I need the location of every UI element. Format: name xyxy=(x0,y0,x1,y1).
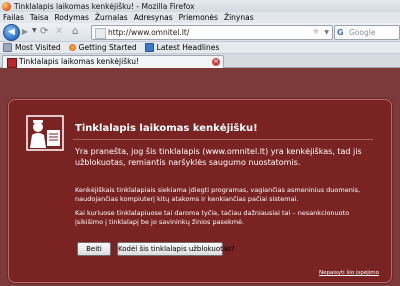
menu-item-adresynas[interactable]: Adresynas xyxy=(134,13,173,22)
window-title: Tinklalapis laikomas kenkėjišku! - Mozil… xyxy=(14,1,195,11)
menu-item-priemones[interactable]: Priemonės xyxy=(179,13,218,22)
title-divider xyxy=(73,139,373,140)
ignore-warning-link[interactable]: Nepaisyti šio įspėjimo xyxy=(319,270,379,276)
bookmark-label: Latest Headlines xyxy=(156,43,220,52)
get-me-out-button[interactable]: Beiti xyxy=(77,242,111,256)
back-button[interactable]: ◀ xyxy=(3,24,20,41)
why-blocked-button[interactable]: Kodėl šis tinklalapis užblokuotas? xyxy=(117,242,235,256)
tab-strip: Tinklalapis laikomas kenkėjišku! ✕ xyxy=(0,54,400,68)
error-message: Yra pranešta, jog šis tinklalapis (www.o… xyxy=(75,147,362,167)
rss-icon xyxy=(144,43,154,52)
search-input[interactable]: G Google xyxy=(334,25,400,40)
firefox-icon xyxy=(2,1,11,11)
title-bar: Tinklalapis laikomas kenkėjišku! - Mozil… xyxy=(0,0,400,12)
warning-favicon-icon xyxy=(7,58,17,68)
navigation-toolbar: ◀ ▶ ▼ ⟳ ✕ ⌂ http://www.omnitel.lt/ ★ ▼ G… xyxy=(0,23,400,42)
error-paragraph-2: Kai kuriuose tinklalapiuose tai daroma t… xyxy=(75,209,350,226)
bookmark-label: Most Visited xyxy=(15,43,61,52)
error-title: Tinklalapis laikomas kenkėjišku! xyxy=(75,123,258,134)
menu-item-failas[interactable]: Failas xyxy=(3,13,24,22)
history-dropdown-icon[interactable]: ▼ xyxy=(32,27,37,34)
bookmarks-toolbar: Most Visited Getting Started Latest Head… xyxy=(0,42,400,54)
bookmark-star-icon[interactable]: ★ xyxy=(312,26,320,39)
bookmark-most-visited[interactable]: Most Visited xyxy=(3,43,61,52)
search-placeholder[interactable]: Google xyxy=(349,27,375,38)
site-identity-icon[interactable] xyxy=(95,28,106,39)
most-visited-icon xyxy=(3,43,12,52)
url-dropdown-icon[interactable]: ▼ xyxy=(324,26,329,39)
bookmark-latest-headlines[interactable]: Latest Headlines xyxy=(144,43,220,52)
close-tab-icon[interactable]: ✕ xyxy=(212,58,220,66)
menu-item-zurnalas[interactable]: Žurnalas xyxy=(95,13,128,22)
police-officer-icon xyxy=(26,115,64,151)
bookmark-label: Getting Started xyxy=(78,43,137,52)
tab-active[interactable]: Tinklalapis laikomas kenkėjišku! ✕ xyxy=(2,55,224,68)
bookmark-getting-started[interactable]: Getting Started xyxy=(68,43,137,52)
tab-label: Tinklalapis laikomas kenkėjišku! xyxy=(19,57,139,66)
menu-item-zinynas[interactable]: Žinynas xyxy=(224,13,254,22)
malware-warning-panel: Tinklalapis laikomas kenkėjišku! Yra pra… xyxy=(8,99,392,283)
url-bar[interactable]: http://www.omnitel.lt/ ★ ▼ xyxy=(91,25,333,40)
reload-button[interactable]: ⟳ xyxy=(40,26,48,37)
page-content: Tinklalapis laikomas kenkėjišku! Yra pra… xyxy=(0,68,400,286)
stop-button[interactable]: ✕ xyxy=(55,26,63,37)
error-paragraph-1: Kenkėjiškais tinklalapiais siekiama įdie… xyxy=(75,186,361,203)
forward-button[interactable]: ▶ xyxy=(20,26,30,37)
getting-started-icon xyxy=(68,44,76,51)
url-text[interactable]: http://www.omnitel.lt/ xyxy=(108,27,189,38)
menu-item-rodymas[interactable]: Rodymas xyxy=(54,13,88,22)
home-button[interactable]: ⌂ xyxy=(72,26,78,37)
menu-item-taisa[interactable]: Taisa xyxy=(30,13,49,22)
google-icon[interactable]: G xyxy=(337,27,344,38)
